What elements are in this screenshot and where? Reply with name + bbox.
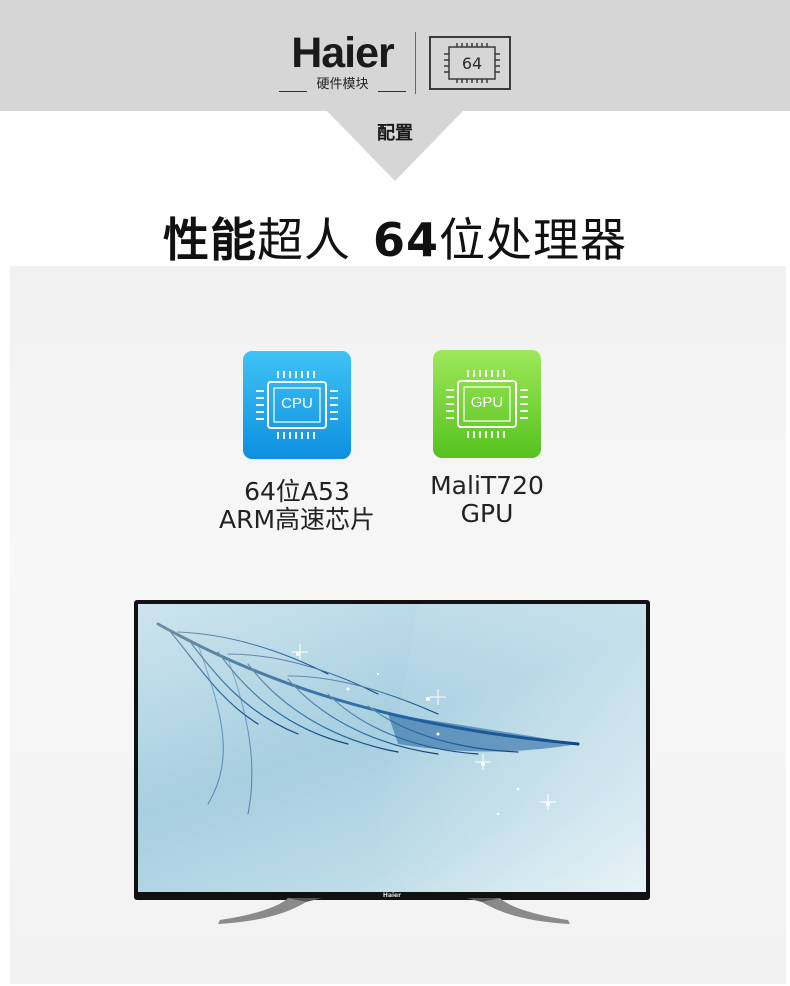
tv-screen-image <box>138 604 646 892</box>
headline-bold-1: 性能 <box>162 213 257 267</box>
cpu-chip-label: CPU <box>281 395 313 412</box>
tv-frame: Haier <box>134 600 650 900</box>
header-divider <box>415 32 416 94</box>
brand-subtitle-wrap: 硬件模块 <box>275 77 410 93</box>
brand-name: Haier <box>291 29 395 77</box>
section-tab-label: 配置 <box>377 123 413 144</box>
gpu-chip-label: GPU <box>470 394 504 411</box>
header-band: Haier 硬件模块 64 <box>0 0 790 111</box>
gpu-chip-icon: GPU <box>433 350 541 458</box>
gpu-feature-line-1: MaliT720 <box>430 471 544 500</box>
headline: 性能超人 64位处理器 <box>0 210 790 270</box>
tv-stand-right <box>466 898 570 924</box>
badge-number: 64 <box>461 54 483 73</box>
gpu-feature-text: MaliT720 GPU <box>402 472 572 528</box>
cpu-chip-icon: CPU <box>243 351 351 459</box>
cpu-feature-line-2: ARM高速芯片 <box>218 505 376 534</box>
brand-logo: Haier 硬件模块 <box>275 30 410 98</box>
tv-logo: Haier <box>382 892 402 899</box>
headline-bold-2: 64 <box>372 213 439 267</box>
brand-subtitle: 硬件模块 <box>316 77 369 92</box>
tv-stand-left <box>218 898 322 924</box>
cpu-feature-text: 64位A53 ARM高速芯片 <box>207 478 387 534</box>
chip-64-badge: 64 <box>429 36 511 90</box>
headline-normal-1: 超人 <box>256 213 351 267</box>
headline-normal-2: 位处理器 <box>439 213 627 267</box>
cpu-feature-line-1: 64位A53 <box>244 477 350 506</box>
gpu-feature-line-2: GPU <box>460 499 514 528</box>
